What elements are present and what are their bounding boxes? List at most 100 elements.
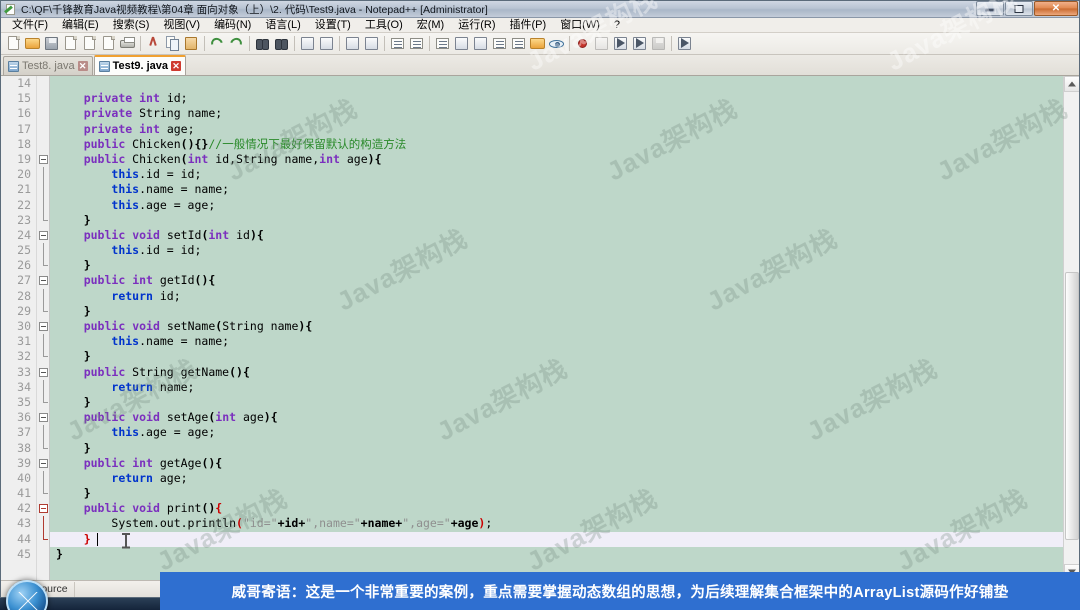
scroll-thumb[interactable] xyxy=(1065,272,1079,540)
eye-icon[interactable] xyxy=(548,35,565,52)
menu-file[interactable]: 文件(F) xyxy=(5,18,55,33)
code-line[interactable]: public void setName(String name){ xyxy=(50,319,1079,334)
menu-run[interactable]: 运行(R) xyxy=(451,18,502,33)
fold-collapse-icon[interactable] xyxy=(39,230,48,240)
fold-marker[interactable] xyxy=(37,334,49,350)
code-line[interactable]: return id; xyxy=(50,289,1079,304)
fold-collapse-icon[interactable] xyxy=(39,154,48,164)
menu-view[interactable]: 视图(V) xyxy=(156,18,207,33)
fold-marker[interactable] xyxy=(37,470,49,487)
fold-marker[interactable] xyxy=(37,501,49,516)
code-line[interactable]: public Chicken(int id,String name,int ag… xyxy=(50,152,1079,167)
code-line[interactable]: } xyxy=(50,349,1079,364)
undo-icon[interactable] xyxy=(209,35,226,52)
save-all-icon[interactable] xyxy=(62,35,79,52)
close-file-icon[interactable] xyxy=(81,35,98,52)
fold-marker[interactable] xyxy=(37,319,49,334)
zoom-out-icon[interactable] xyxy=(318,35,335,52)
fold-marker[interactable] xyxy=(37,106,49,121)
sync-horizontal-icon[interactable] xyxy=(363,35,380,52)
code-line[interactable]: this.name = name; xyxy=(50,334,1079,349)
code-line[interactable]: } xyxy=(50,258,1079,273)
print-icon[interactable] xyxy=(119,35,136,52)
indent-guide-icon[interactable] xyxy=(434,35,451,52)
copy-icon[interactable] xyxy=(164,35,181,52)
stop-record-icon[interactable] xyxy=(593,35,610,52)
code-line[interactable]: this.age = age; xyxy=(50,425,1079,440)
close-all-icon[interactable] xyxy=(100,35,117,52)
restore-button[interactable] xyxy=(1005,1,1033,16)
fold-marker[interactable] xyxy=(37,425,49,441)
fold-margin[interactable] xyxy=(37,76,50,580)
open-file-icon[interactable] xyxy=(24,35,41,52)
tab-close-icon[interactable]: ✕ xyxy=(77,61,88,71)
fold-collapse-icon[interactable] xyxy=(39,504,48,514)
fold-marker[interactable] xyxy=(37,167,49,183)
code-line[interactable]: public void setAge(int age){ xyxy=(50,410,1079,425)
code-line[interactable]: } xyxy=(50,441,1079,456)
paste-icon[interactable] xyxy=(183,35,200,52)
tab-test8[interactable]: Test8. java ✕ xyxy=(3,56,93,75)
save-macro-icon[interactable] xyxy=(650,35,667,52)
fold-collapse-icon[interactable] xyxy=(39,458,48,468)
new-file-icon[interactable] xyxy=(5,35,22,52)
menu-plugins[interactable]: 插件(P) xyxy=(503,18,554,33)
fold-marker[interactable] xyxy=(37,516,49,532)
menu-edit[interactable]: 编辑(E) xyxy=(55,18,106,33)
fold-marker[interactable] xyxy=(37,394,49,410)
fold-marker[interactable] xyxy=(37,365,49,380)
tab-close-icon[interactable]: ✕ xyxy=(171,61,182,71)
replace-icon[interactable] xyxy=(273,35,290,52)
menu-search[interactable]: 搜索(S) xyxy=(106,18,157,33)
close-button[interactable]: ✕ xyxy=(1034,1,1078,16)
show-all-chars-icon[interactable] xyxy=(408,35,425,52)
fold-marker[interactable] xyxy=(37,122,49,137)
code-line[interactable]: return name; xyxy=(50,380,1079,395)
code-line[interactable]: this.id = id; xyxy=(50,167,1079,182)
code-line[interactable]: private int id; xyxy=(50,91,1079,106)
vertical-scrollbar[interactable] xyxy=(1063,76,1079,580)
play-macro-icon[interactable] xyxy=(612,35,629,52)
fold-collapse-icon[interactable] xyxy=(39,413,48,423)
fold-marker[interactable] xyxy=(37,486,49,501)
fold-marker[interactable] xyxy=(37,76,49,91)
fold-marker[interactable] xyxy=(37,243,49,259)
menu-help[interactable]: ? xyxy=(607,18,627,33)
menu-tools[interactable]: 工具(O) xyxy=(358,18,410,33)
code-line[interactable]: this.age = age; xyxy=(50,198,1079,213)
code-line[interactable]: public void setId(int id){ xyxy=(50,228,1079,243)
fold-marker[interactable] xyxy=(37,228,49,243)
code-line[interactable]: public int getAge(){ xyxy=(50,456,1079,471)
save-icon[interactable] xyxy=(43,35,60,52)
fold-marker[interactable] xyxy=(37,349,49,364)
run-icon[interactable] xyxy=(676,35,693,52)
fold-marker[interactable] xyxy=(37,303,49,319)
code-line[interactable]: public Chicken(){}//一般情况下最好保留默认的构造方法 xyxy=(50,137,1079,152)
minimize-button[interactable] xyxy=(976,1,1004,16)
fold-marker[interactable] xyxy=(37,258,49,273)
user-language-icon[interactable] xyxy=(453,35,470,52)
menu-encoding[interactable]: 编码(N) xyxy=(207,18,258,33)
fold-collapse-icon[interactable] xyxy=(39,367,48,377)
menu-window[interactable]: 窗口(W) xyxy=(553,18,607,33)
code-line[interactable]: return age; xyxy=(50,471,1079,486)
code-line[interactable]: private int age; xyxy=(50,122,1079,137)
fold-marker[interactable] xyxy=(37,410,49,425)
cut-icon[interactable] xyxy=(145,35,162,52)
tab-test9[interactable]: Test9. java ✕ xyxy=(93,55,187,75)
menu-macro[interactable]: 宏(M) xyxy=(410,18,452,33)
menu-language[interactable]: 语言(L) xyxy=(258,18,307,33)
fold-marker[interactable] xyxy=(37,547,49,562)
code-line[interactable]: } xyxy=(50,547,1079,562)
menu-settings[interactable]: 设置(T) xyxy=(308,18,358,33)
fast-playback-icon[interactable] xyxy=(631,35,648,52)
fold-collapse-icon[interactable] xyxy=(39,276,48,286)
code-line[interactable]: System.out.println("id="+id+",name="+nam… xyxy=(50,516,1079,531)
word-wrap-icon[interactable] xyxy=(389,35,406,52)
code-line[interactable]: } xyxy=(50,213,1079,228)
document-map-icon[interactable] xyxy=(491,35,508,52)
fold-marker[interactable] xyxy=(37,379,49,395)
code-line[interactable]: public String getName(){ xyxy=(50,365,1079,380)
zoom-in-icon[interactable] xyxy=(299,35,316,52)
code-line[interactable] xyxy=(50,76,1079,91)
